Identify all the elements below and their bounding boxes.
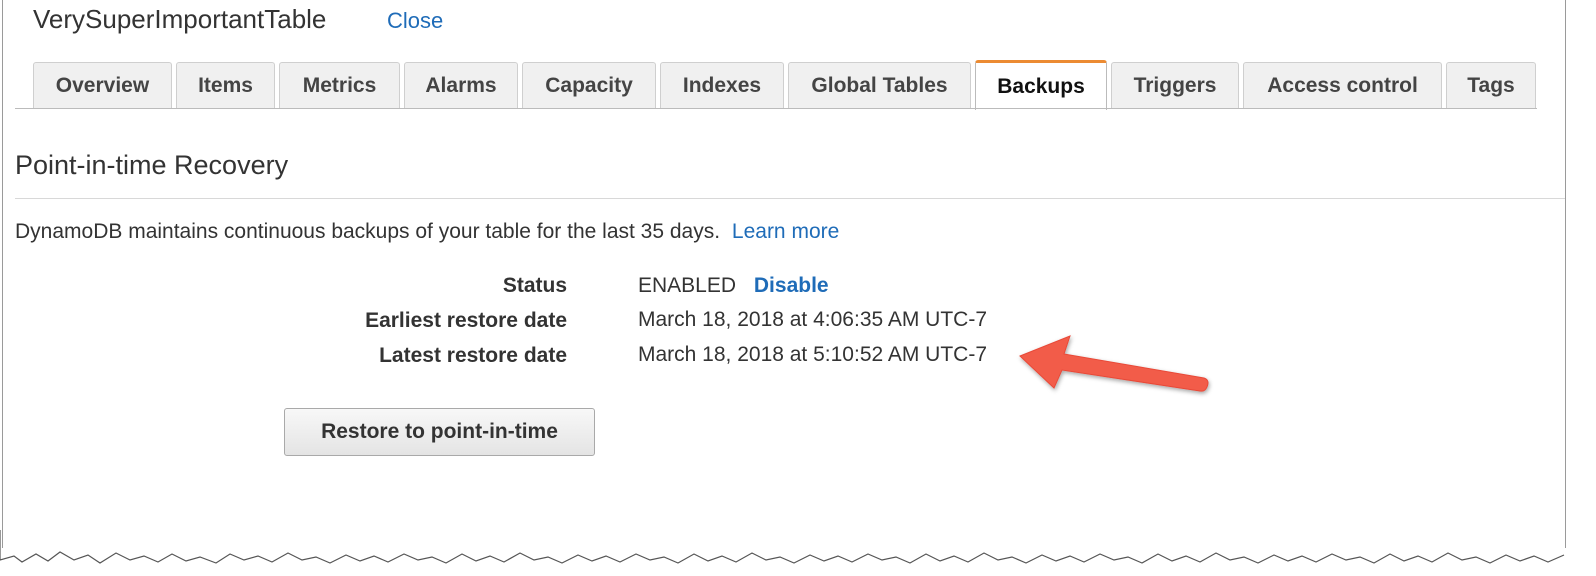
tabs-baseline <box>15 108 1537 109</box>
tab-alarms[interactable]: Alarms <box>404 62 518 108</box>
latest-restore-value: March 18, 2018 at 5:10:52 AM UTC-7 <box>638 343 988 366</box>
latest-restore-label: Latest restore date <box>379 344 567 367</box>
learn-more-link[interactable]: Learn more <box>732 220 839 243</box>
table-title: VerySuperImportantTable <box>33 4 327 34</box>
tab-indexes[interactable]: Indexes <box>660 62 784 108</box>
torn-page-edge <box>0 530 1596 576</box>
status-value-row: ENABLED Disable <box>638 274 829 298</box>
section-title: Point-in-time Recovery <box>15 150 289 180</box>
earliest-restore-label: Earliest restore date <box>365 309 567 332</box>
app-frame: VerySuperImportantTable Close Overview I… <box>2 0 1566 548</box>
section-description: DynamoDB maintains continuous backups of… <box>15 220 839 244</box>
close-link[interactable]: Close <box>387 8 443 34</box>
tab-tags[interactable]: Tags <box>1446 62 1536 108</box>
earliest-restore-value: March 18, 2018 at 4:06:35 AM UTC-7 <box>638 308 988 331</box>
status-label: Status <box>502 274 567 297</box>
tab-capacity[interactable]: Capacity <box>522 62 656 108</box>
red-arrow-icon <box>1019 335 1209 392</box>
tab-backups[interactable]: Backups <box>975 60 1107 110</box>
tab-overview[interactable]: Overview <box>33 62 172 108</box>
tab-triggers[interactable]: Triggers <box>1111 62 1239 108</box>
tab-metrics[interactable]: Metrics <box>279 62 400 108</box>
restore-to-point-in-time-button[interactable]: Restore to point-in-time <box>284 408 595 456</box>
tab-items[interactable]: Items <box>176 62 275 108</box>
status-value: ENABLED <box>638 274 737 297</box>
tab-access-control[interactable]: Access control <box>1243 62 1442 108</box>
tab-global-tables[interactable]: Global Tables <box>788 62 971 108</box>
disable-link[interactable]: Disable <box>754 274 829 297</box>
section-divider <box>15 198 1565 199</box>
description-text: DynamoDB maintains continuous backups of… <box>15 220 721 243</box>
